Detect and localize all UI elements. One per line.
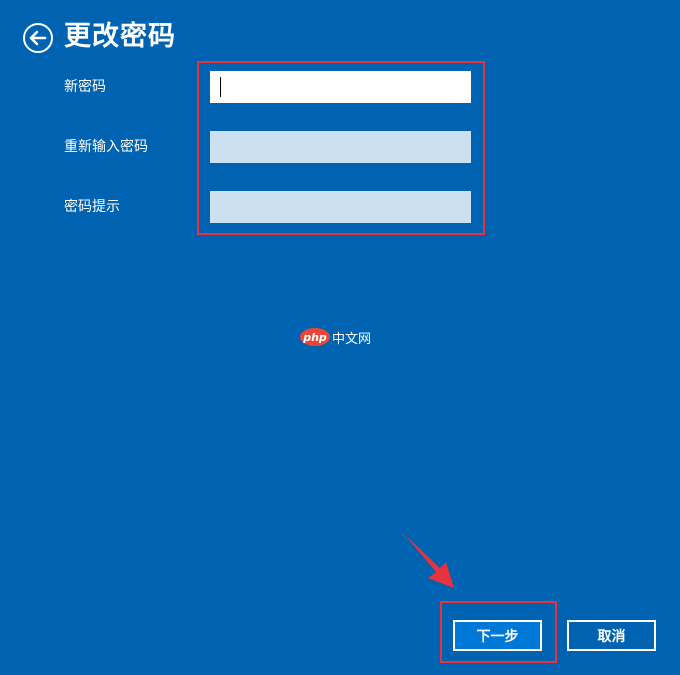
password-hint-input[interactable] bbox=[210, 191, 471, 223]
annotation-arrow-icon bbox=[405, 535, 454, 588]
back-button[interactable] bbox=[22, 22, 54, 54]
cancel-button[interactable]: 取消 bbox=[567, 620, 656, 651]
password-hint-label: 密码提示 bbox=[64, 199, 120, 215]
next-button[interactable]: 下一步 bbox=[453, 620, 542, 651]
text-cursor bbox=[220, 77, 221, 97]
watermark-text: 中文网 bbox=[332, 331, 372, 347]
watermark: php 中文网 bbox=[300, 327, 371, 347]
new-password-input[interactable] bbox=[210, 71, 471, 103]
reenter-password-label: 重新输入密码 bbox=[64, 139, 148, 155]
watermark-logo: php bbox=[300, 328, 330, 346]
page-title: 更改密码 bbox=[64, 21, 176, 52]
new-password-label: 新密码 bbox=[64, 79, 106, 95]
reenter-password-input[interactable] bbox=[210, 131, 471, 163]
back-arrow-icon bbox=[23, 23, 53, 53]
